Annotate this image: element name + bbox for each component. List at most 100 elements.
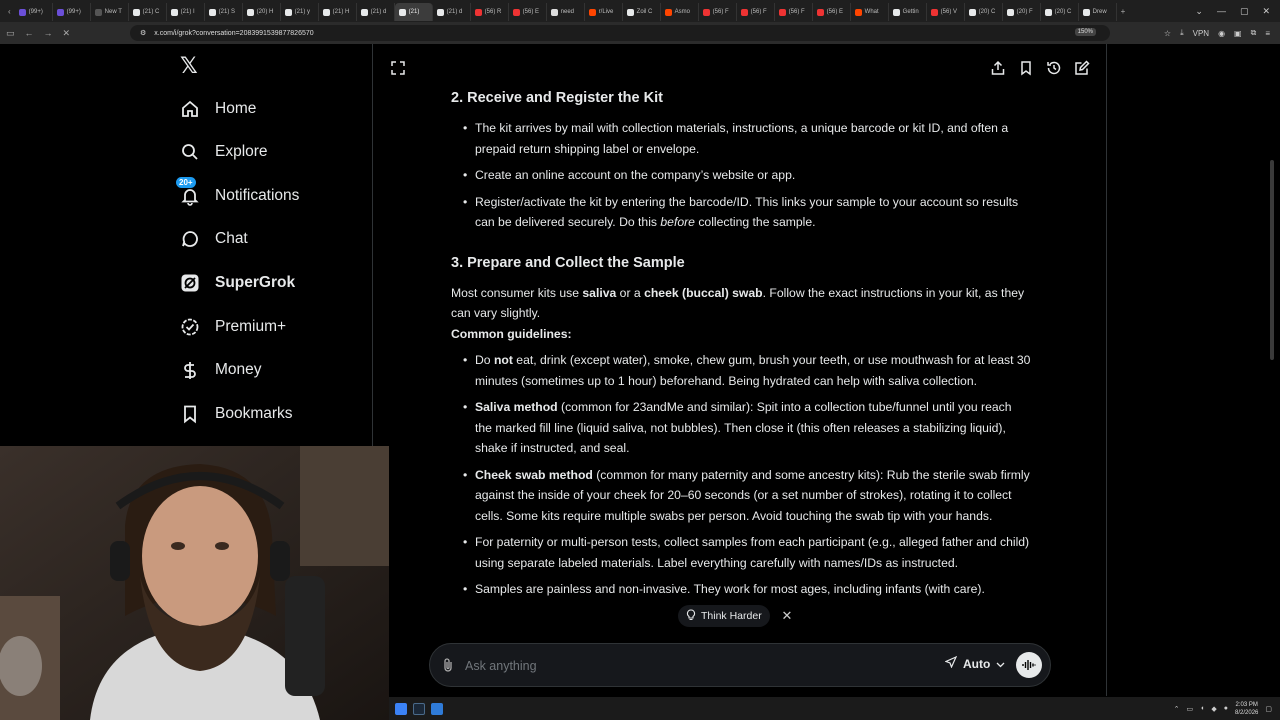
clock-date: 8/2/2026 <box>1235 709 1259 716</box>
browser-tab[interactable]: (20) C <box>965 3 1003 21</box>
browser-tab[interactable]: (56) F <box>699 3 737 21</box>
browser-tab[interactable]: Gettin <box>889 3 927 21</box>
browser-tab[interactable]: What <box>851 3 889 21</box>
tab-label: New T <box>104 9 122 15</box>
webcam-overlay <box>0 446 389 720</box>
browser-tab[interactable]: (56) V <box>927 3 965 21</box>
tab-scroll-left-icon[interactable]: ‹ <box>4 7 15 16</box>
zoom-badge[interactable]: 150% <box>1074 28 1096 36</box>
sidebar-item-notifications[interactable]: 20+ Notifications <box>176 177 299 209</box>
close-icon[interactable]: ✕ <box>779 608 795 624</box>
browser-tab[interactable]: (21) H <box>319 3 357 21</box>
paragraph: Common guidelines: <box>451 324 1031 345</box>
browser-tab[interactable]: Zoil C <box>623 3 661 21</box>
back-button[interactable]: ← <box>25 28 34 38</box>
browser-tab[interactable]: (21) d <box>433 3 471 21</box>
tab-label: (21) d <box>446 9 463 15</box>
browser-app-icon[interactable] <box>431 702 443 715</box>
network-icon[interactable]: ▭ <box>1187 705 1194 713</box>
browser-tab[interactable]: (20) C <box>1041 3 1079 21</box>
tab-label: (21) I <box>180 9 195 15</box>
extensions-icon[interactable]: ⧉ <box>1251 28 1257 38</box>
download-icon[interactable]: ⤓ <box>1180 28 1184 38</box>
browser-tab[interactable]: (99+) <box>53 3 91 21</box>
bookmark-star-icon[interactable]: ☆ <box>1164 29 1171 38</box>
tab-favicon-icon <box>170 8 178 16</box>
sidebar-toggle-icon[interactable]: ▭ <box>6 28 15 39</box>
reload-button[interactable]: ✕ <box>63 28 71 39</box>
sidebar-item-label: Money <box>215 361 262 378</box>
clock[interactable]: 2:03 PM 8/2/2026 <box>1235 701 1258 717</box>
list-item: Create an online account on the company’… <box>451 165 1031 186</box>
sidebar-item-chat[interactable]: Chat <box>180 226 248 252</box>
browser-tab[interactable]: need <box>547 3 585 21</box>
sidebar-item-label: Bookmarks <box>215 405 293 422</box>
tab-favicon-icon <box>664 8 672 16</box>
sidebar-item-money[interactable]: Money <box>180 357 262 383</box>
history-icon[interactable] <box>1046 60 1062 76</box>
wallet-icon[interactable]: ▣ <box>1234 29 1242 38</box>
browser-tab[interactable]: (21) <box>394 3 433 21</box>
browser-tab[interactable]: New T <box>91 3 129 21</box>
browser-tab[interactable]: (21) y <box>281 3 319 21</box>
sidebar-item-supergrok[interactable]: SuperGrok <box>180 270 295 296</box>
notification-center-icon[interactable]: ▢ <box>1265 705 1272 713</box>
window-controls: ⌄ — ▢ ✕ <box>1195 0 1280 22</box>
files-app-icon[interactable] <box>395 702 407 715</box>
forward-button[interactable]: → <box>44 28 53 38</box>
tab-search-icon[interactable]: ⌄ <box>1195 6 1203 17</box>
browser-tab[interactable]: Asmo <box>661 3 699 21</box>
profile-icon[interactable]: ◉ <box>1218 29 1225 38</box>
browser-tab[interactable]: (56) F <box>737 3 775 21</box>
close-window-button[interactable]: ✕ <box>1262 6 1270 17</box>
menu-icon[interactable]: ≡ <box>1265 29 1270 38</box>
new-tab-button[interactable]: + <box>1117 7 1130 16</box>
vpn-badge[interactable]: VPN <box>1193 29 1209 38</box>
browser-tab[interactable]: r/Live <box>585 3 623 21</box>
browser-tab[interactable]: (56) E <box>813 3 851 21</box>
page-scrollbar[interactable] <box>1270 160 1274 360</box>
voice-mode-button[interactable] <box>1016 652 1042 678</box>
section-heading: 3. Prepare and Collect the Sample <box>451 254 685 271</box>
url-bar[interactable]: ⚙ x.com/i/grok?conversation=208399153987… <box>130 25 1110 41</box>
tab-favicon-icon <box>588 8 596 16</box>
bold-text: saliva <box>582 285 617 300</box>
maximize-button[interactable]: ▢ <box>1240 6 1249 17</box>
chevron-up-icon[interactable]: ⌃ <box>1174 705 1180 713</box>
sidebar-item-premium[interactable]: Premium+ <box>180 314 286 340</box>
browser-tab[interactable]: Drew <box>1079 3 1117 21</box>
browser-tab[interactable]: (21) d <box>357 3 395 21</box>
site-info-icon[interactable]: ⚙ <box>140 29 146 37</box>
minimize-button[interactable]: — <box>1217 6 1226 16</box>
tray-app-icon[interactable]: ● <box>1224 705 1228 712</box>
bookmark-icon[interactable] <box>1018 60 1034 76</box>
x-logo-icon[interactable]: 𝕏 <box>180 54 198 79</box>
browser-tab[interactable]: (21) S <box>205 3 243 21</box>
tab-label: (56) R <box>484 9 502 15</box>
sidebar-item-explore[interactable]: Explore <box>180 139 268 165</box>
new-chat-icon[interactable] <box>1074 60 1090 76</box>
share-icon[interactable] <box>990 60 1006 76</box>
ask-input[interactable] <box>465 654 915 678</box>
browser-tab[interactable]: (56) E <box>509 3 547 21</box>
tray-app-icon[interactable]: ◆ <box>1211 705 1216 713</box>
browser-tab[interactable]: (56) F <box>775 3 813 21</box>
volume-icon[interactable]: ◖ <box>1200 705 1204 712</box>
model-mode-select[interactable]: Auto <box>944 655 1005 671</box>
browser-tab[interactable]: (20) H <box>243 3 281 21</box>
browser-tab[interactable]: (56) R <box>471 3 509 21</box>
sidebar-item-bookmarks[interactable]: Bookmarks <box>180 401 293 427</box>
attach-icon[interactable] <box>442 657 454 678</box>
url-text[interactable]: x.com/i/grok?conversation=20839915398778… <box>154 30 313 37</box>
browser-tab[interactable]: (20) F <box>1003 3 1041 21</box>
sidebar-item-home[interactable]: Home <box>180 96 256 122</box>
tab-favicon-icon <box>892 8 900 16</box>
bold-text: Saliva method <box>475 400 558 414</box>
expand-icon[interactable] <box>390 60 406 81</box>
browser-tab[interactable]: (99+) <box>15 3 53 21</box>
browser-tab[interactable]: (21) C <box>129 3 167 21</box>
tab-label: Drew <box>1092 9 1107 15</box>
browser-tab[interactable]: (21) I <box>167 3 205 21</box>
steam-app-icon[interactable] <box>413 702 425 715</box>
think-harder-chip[interactable]: Think Harder <box>678 605 770 627</box>
